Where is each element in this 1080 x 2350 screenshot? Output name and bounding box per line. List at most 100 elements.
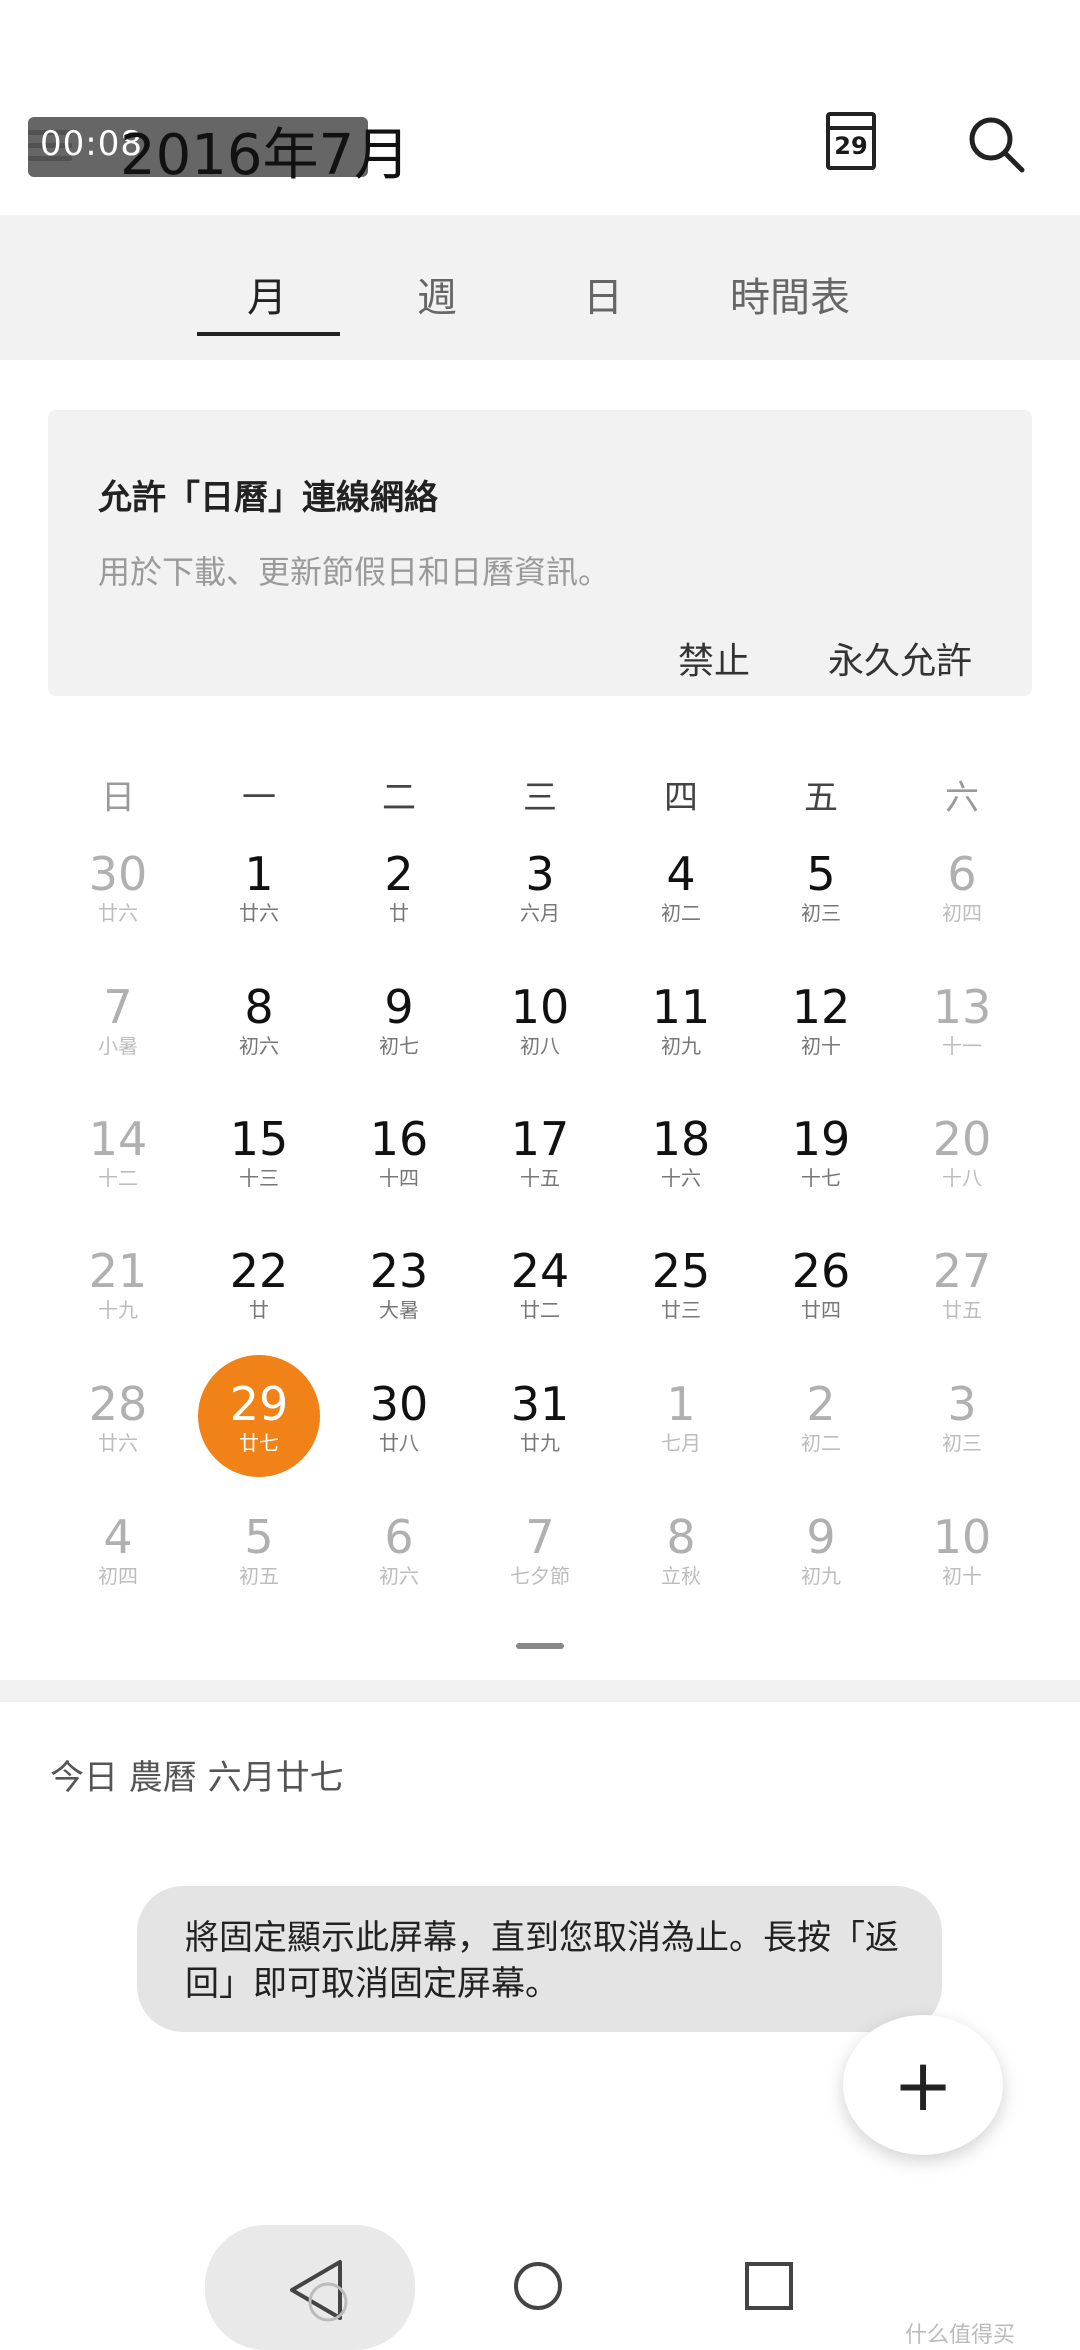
day-lunar-label: 初三: [801, 901, 841, 925]
day-cell[interactable]: 1 七月: [621, 1378, 741, 1456]
day-cell[interactable]: 10 初十: [902, 1511, 1022, 1589]
tab-month[interactable]: 月: [192, 265, 342, 323]
day-lunar-label: 初六: [379, 1564, 419, 1588]
day-cell[interactable]: 3 六月: [480, 848, 600, 926]
day-cell[interactable]: 18 十六: [621, 1113, 741, 1191]
day-cell[interactable]: 17 十五: [480, 1113, 600, 1191]
day-number: 8: [244, 980, 274, 1034]
day-cell[interactable]: 23 大暑: [339, 1245, 459, 1323]
day-cell[interactable]: 16 十四: [339, 1113, 459, 1191]
back-icon[interactable]: [282, 2250, 362, 2330]
weekday-wed: 三: [523, 778, 557, 818]
deny-button[interactable]: 禁止: [678, 632, 750, 684]
day-number: 8: [666, 1510, 696, 1564]
day-cell[interactable]: 2廿: [339, 848, 459, 926]
day-cell[interactable]: 8 立秋: [621, 1511, 741, 1589]
day-cell[interactable]: 22 廿: [199, 1245, 319, 1323]
day-cell[interactable]: 19 十七: [761, 1113, 881, 1191]
today-calendar-icon[interactable]: 29: [826, 112, 876, 170]
day-lunar-label: 七月: [661, 1431, 701, 1455]
section-divider: [0, 1680, 1080, 1702]
day-cell[interactable]: 25 廿三: [621, 1245, 741, 1323]
expand-handle[interactable]: [516, 1643, 564, 1649]
day-cell[interactable]: 9 初七: [339, 981, 459, 1059]
day-number: 1: [666, 1377, 696, 1431]
day-number: 28: [88, 1377, 148, 1431]
allow-always-button[interactable]: 永久允許: [828, 632, 972, 684]
day-lunar-label: 十五: [520, 1166, 560, 1190]
day-cell[interactable]: 9 初九: [761, 1511, 881, 1589]
day-lunar-label: 廿: [249, 1298, 269, 1322]
day-cell[interactable]: 4 初二: [621, 848, 741, 926]
day-number: 29: [229, 1377, 289, 1431]
day-lunar-label: 初八: [520, 1034, 560, 1058]
day-number: 1: [244, 847, 274, 901]
day-number: 24: [510, 1244, 570, 1298]
day-cell[interactable]: 30 廿八: [339, 1378, 459, 1456]
weekday-sat: 六: [945, 778, 979, 818]
day-cell[interactable]: 6 初六: [339, 1511, 459, 1589]
day-cell[interactable]: 6 初四: [902, 848, 1022, 926]
day-cell[interactable]: 2 初二: [761, 1378, 881, 1456]
recent-apps-icon[interactable]: [745, 2262, 793, 2310]
tab-day[interactable]: 日: [528, 265, 678, 323]
day-cell[interactable]: 1 廿六: [199, 848, 319, 926]
day-number: 7: [103, 980, 133, 1034]
day-cell[interactable]: 12 初十: [761, 981, 881, 1059]
day-lunar-label: 初九: [661, 1034, 701, 1058]
day-cell[interactable]: 8 初六: [199, 981, 319, 1059]
month-title[interactable]: 2016年7月: [120, 110, 410, 191]
day-lunar-label: 十三: [239, 1166, 279, 1190]
day-cell-today[interactable]: 29 廿七: [199, 1378, 319, 1456]
toast-text: 將固定顯示此屏幕，直到您取消為止。長按「返回」即可取消固定屏幕。: [185, 1918, 899, 2004]
day-cell[interactable]: 7 七夕節: [480, 1511, 600, 1589]
day-number: 21: [88, 1244, 148, 1298]
day-cell[interactable]: 14 十二: [58, 1113, 178, 1191]
day-cell[interactable]: 11 初九: [621, 981, 741, 1059]
day-lunar-label: 廿九: [520, 1431, 560, 1455]
day-cell[interactable]: 27 廿五: [902, 1245, 1022, 1323]
day-cell[interactable]: 10 初八: [480, 981, 600, 1059]
day-number: 6: [947, 847, 977, 901]
day-cell[interactable]: 28 廿六: [58, 1378, 178, 1456]
day-cell[interactable]: 3 初三: [902, 1378, 1022, 1456]
day-number: 2: [384, 847, 414, 901]
tab-week[interactable]: 週: [362, 265, 512, 323]
day-number: 9: [806, 1510, 836, 1564]
day-cell[interactable]: 5 初三: [761, 848, 881, 926]
day-number: 30: [88, 847, 148, 901]
day-cell[interactable]: 31 廿九: [480, 1378, 600, 1456]
day-number: 5: [244, 1510, 274, 1564]
day-cell[interactable]: 5 初五: [199, 1511, 319, 1589]
day-lunar-label: 廿八: [379, 1431, 419, 1455]
search-icon[interactable]: [966, 114, 1026, 174]
day-lunar-label: 初二: [801, 1431, 841, 1455]
day-cell[interactable]: 20 十八: [902, 1113, 1022, 1191]
day-lunar-label: 小暑: [98, 1034, 138, 1058]
day-number: 15: [229, 1112, 289, 1166]
day-number: 4: [666, 847, 696, 901]
tab-schedule[interactable]: 時間表: [715, 265, 865, 323]
day-cell[interactable]: 13 十一: [902, 981, 1022, 1059]
day-lunar-label: 初十: [942, 1564, 982, 1588]
day-number: 17: [510, 1112, 570, 1166]
day-lunar-label: 廿七: [239, 1431, 279, 1455]
day-cell[interactable]: 21 十九: [58, 1245, 178, 1323]
day-cell[interactable]: 24 廿二: [480, 1245, 600, 1323]
day-cell[interactable]: 30 廿六: [58, 848, 178, 926]
day-lunar-label: 六月: [520, 901, 560, 925]
weekday-fri: 五: [804, 778, 838, 818]
day-lunar-label: 十四: [379, 1166, 419, 1190]
home-icon[interactable]: [514, 2262, 562, 2310]
day-number: 6: [384, 1510, 414, 1564]
day-lunar-label: 十七: [801, 1166, 841, 1190]
day-cell[interactable]: 4 初四: [58, 1511, 178, 1589]
day-cell[interactable]: 7 小暑: [58, 981, 178, 1059]
day-number: 5: [806, 847, 836, 901]
day-cell[interactable]: 26 廿四: [761, 1245, 881, 1323]
day-cell[interactable]: 15 十三: [199, 1113, 319, 1191]
weekday-thu: 四: [664, 778, 698, 818]
day-lunar-label: 七夕節: [510, 1564, 570, 1588]
day-lunar-label: 十六: [661, 1166, 701, 1190]
calendar-icon-day: 29: [834, 132, 868, 160]
